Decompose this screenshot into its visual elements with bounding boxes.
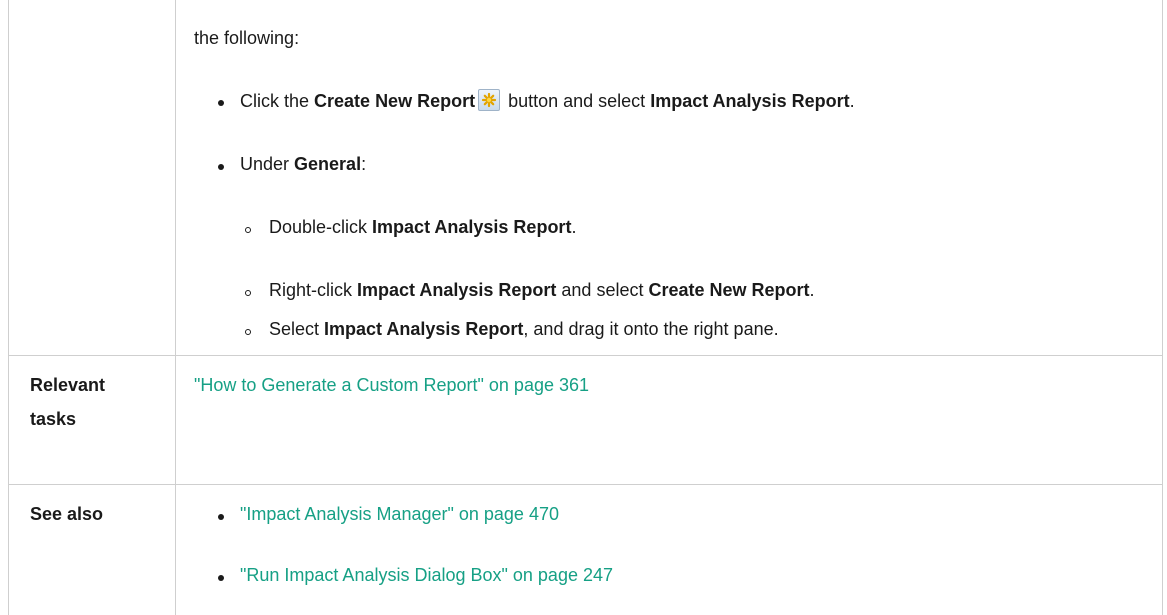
sub-item-select-drag: Select Impact Analysis Report, and drag … xyxy=(269,319,779,339)
table-page: the following: Click the Create New Repo… xyxy=(0,0,1167,615)
new-report-icon xyxy=(478,89,501,111)
sub-bullet-circle xyxy=(245,227,251,233)
sub-item-right-click: Right-click Impact Analysis Report and s… xyxy=(269,280,815,300)
bullet-dot xyxy=(218,575,224,581)
row-label-tasks: tasks xyxy=(30,409,77,429)
bullet-dot xyxy=(218,514,224,520)
link-run-impact-analysis-dialog[interactable]: "Run Impact Analysis Dialog Box" on page… xyxy=(240,563,613,587)
link-impact-analysis-manager[interactable]: "Impact Analysis Manager" on page 470 xyxy=(240,502,559,526)
sub-item-double-click: Double-click Impact Analysis Report. xyxy=(269,217,577,237)
table-border-right xyxy=(1162,0,1163,615)
list-item-under-general: Under General: xyxy=(240,154,367,174)
bullet-dot xyxy=(218,164,224,170)
row-label-see-also: See also xyxy=(30,504,104,524)
row-divider-1 xyxy=(8,355,1163,356)
row-divider-2 xyxy=(8,484,1163,485)
row-label-relevant: Relevant xyxy=(30,375,106,395)
link-generate-custom-report[interactable]: "How to Generate a Custom Report" on pag… xyxy=(194,373,589,397)
sub-bullet-circle xyxy=(245,290,251,296)
list-item-create-report: Click the Create New Report button and s… xyxy=(240,89,855,111)
table-column-divider xyxy=(175,0,176,615)
table-border-left xyxy=(8,0,9,615)
bullet-dot xyxy=(218,100,224,106)
sub-bullet-circle xyxy=(245,329,251,335)
intro-text: the following: xyxy=(194,28,300,48)
